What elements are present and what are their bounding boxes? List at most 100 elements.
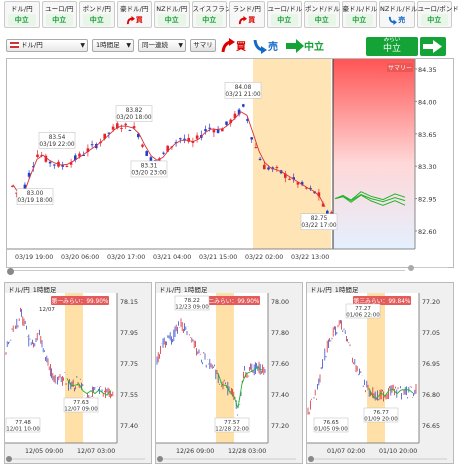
annotation-time: 03/19 22:00 — [39, 142, 75, 148]
chevron-down-icon: ▼ — [126, 42, 131, 49]
forecast-zone — [333, 59, 415, 249]
signal-label: 買 — [248, 16, 256, 24]
pair-select[interactable]: ドル/円 ▼ — [6, 39, 88, 52]
pair-tile[interactable]: ユーロ/ポンド 中立 — [416, 1, 459, 28]
signal-neutral: 中立 — [158, 14, 186, 26]
pair-tile[interactable]: ランド/円買 — [229, 1, 265, 28]
panel-time-tick: 01/10 20:00 — [379, 448, 417, 455]
signal-neutral: 中立 — [8, 14, 36, 26]
candle — [225, 121, 228, 125]
candle — [267, 167, 270, 170]
pair-tile[interactable]: ポンド/ドル 中立 — [304, 1, 340, 28]
candle — [212, 130, 216, 133]
buy-label: 買 — [236, 42, 246, 53]
similar-chart-panel[interactable]: ドル/円 1時間足 第三みらい：99.84% 77.20 77.05 76.95 76.80… — [306, 282, 454, 464]
annotation-price: 83.54 — [49, 135, 66, 141]
timeframe-select[interactable]: 1時間足 ▼ — [92, 39, 134, 52]
candle — [149, 157, 153, 162]
signal-label: 中立 — [314, 16, 329, 24]
panel-price-tick: 77.75 — [120, 361, 138, 368]
main-chart-svg: サマリー 84.35 84.00 83.65 83.30 82.95 82.60 03/19 … — [7, 59, 437, 261]
pair-tile[interactable]: ユーロ/円 中立 — [41, 1, 77, 28]
chart-toolbar: ドル/円 ▼ 1時間足 ▼ 同一連続 ▼ サマリ 買 売 中立 みらい 中立 — [6, 37, 454, 56]
annotation-time: 12/28 22:00 — [215, 427, 249, 433]
pair-tile[interactable]: スイスフラン/円 中立 — [191, 1, 240, 28]
forecast-small-label: みらい — [383, 37, 401, 43]
candle — [145, 151, 148, 156]
annotation-time: 01/09 20:00 — [364, 417, 398, 423]
pair-tile[interactable]: ドル/円 中立 — [4, 1, 40, 28]
time-tick: 03/20 06:00 — [61, 254, 99, 261]
pair-tile[interactable]: ユーロ/ドル 中立 — [266, 1, 302, 28]
similar-chart-panel[interactable]: ドル/円 1時間足 第二みらい：99.90% 78.00 77.80 77.60 77.40… — [155, 282, 303, 464]
annotation-time: 12/01 10:00 — [6, 427, 40, 433]
panel-price-tick: 77.40 — [271, 392, 289, 399]
panel-time-tick: 12/07 03:00 — [77, 448, 115, 455]
zoom-slider-handle[interactable] — [408, 265, 414, 271]
panel-chart-svg: 第一みらい：99.90% 78.15 77.95 77.75 77.55 77.40 12/… — [5, 293, 145, 462]
candle — [36, 154, 39, 157]
pair-tile[interactable]: 豪ドル/ドル 中立 — [341, 1, 378, 28]
panel-chart-svg: 第三みらい：99.84% 77.2077.0576.9576.8076.6501/… — [307, 293, 447, 462]
annotation-time: 01/06 22:00 — [346, 313, 380, 319]
time-scrollbar[interactable] — [7, 268, 405, 276]
sell-label: 売 — [268, 42, 278, 53]
scrollbar-handle[interactable] — [7, 268, 14, 275]
similar-chart-panel[interactable]: ドル/円 1時間足 第一みらい：99.90% 78.15 77.95 77.75 77.55… — [4, 282, 152, 464]
annotation-date: 12/07 — [39, 307, 55, 313]
chevron-down-icon: ▼ — [80, 42, 85, 49]
annotation-price: 83.31 — [141, 163, 158, 169]
panel-price-tick: 78.00 — [271, 299, 289, 306]
candle — [263, 164, 266, 170]
arrow-up-right-icon — [126, 15, 135, 24]
annotation-time: 03/20 23:00 — [131, 170, 167, 176]
forecast-big-label: 中立 — [382, 44, 401, 54]
candle — [195, 135, 199, 139]
signal-label: 中立 — [352, 16, 367, 24]
signal-buy: 買 — [233, 14, 261, 26]
price-tick: 83.65 — [418, 131, 437, 139]
candle — [208, 127, 211, 129]
candle — [111, 126, 115, 130]
candle — [242, 104, 245, 107]
pair-name: 豪ドル/円 — [120, 5, 149, 13]
candle — [11, 185, 14, 187]
annotation-price: 84.08 — [235, 85, 252, 91]
arrow-up-right-icon — [221, 37, 235, 52]
panel-price-tick: 77.55 — [120, 392, 138, 399]
main-chart[interactable]: サマリー 84.35 84.00 83.65 83.30 82.95 82.60 03/19 … — [6, 58, 454, 268]
price-tick: 82.95 — [418, 196, 437, 204]
price-tick: 83.30 — [418, 163, 437, 171]
panel-price-tick: 76.80 — [422, 392, 440, 399]
annotation-time: 03/20 18:00 — [116, 115, 152, 121]
match-mode-select[interactable]: 同一連続 ▼ — [138, 39, 186, 52]
panel-price-tick: 77.20 — [422, 299, 440, 306]
signal-label: 中立 — [427, 16, 442, 24]
panel-scrollbar-handle[interactable] — [157, 456, 163, 462]
pair-tile[interactable]: NZドル/ドル売 — [379, 1, 418, 28]
panel-price-tick: 77.05 — [422, 330, 440, 337]
summary-tag-label: サマリー — [388, 65, 412, 72]
pair-name: ユーロ/円 — [45, 5, 74, 13]
panel-match-zone — [65, 293, 83, 443]
time-tick: 03/19 19:00 — [15, 254, 53, 261]
pair-tile[interactable]: 豪ドル/円買 — [116, 1, 152, 28]
pair-name: 豪ドル/ドル — [342, 5, 378, 13]
buy-signal: 買 — [220, 37, 246, 54]
annotation-price: 82.75 — [311, 216, 328, 222]
panel-price-tick: 76.95 — [422, 361, 440, 368]
annotation-price: 78.22 — [184, 298, 200, 304]
candle — [254, 147, 258, 149]
annotation-price: 83.82 — [126, 108, 143, 114]
panel-price-tick: 77.80 — [271, 330, 289, 337]
pair-tile[interactable]: ポンド/円 中立 — [79, 1, 115, 28]
pair-name: ランド/円 — [232, 5, 261, 13]
summary-button[interactable]: サマリ — [190, 39, 216, 52]
time-tick: 03/22 13:00 — [291, 254, 329, 261]
sell-signal: 売 — [252, 37, 278, 54]
candle — [65, 166, 69, 168]
panel-scrollbar-handle[interactable] — [308, 456, 314, 462]
panel-scrollbar-handle[interactable] — [6, 456, 12, 462]
zoom-slider[interactable] — [408, 265, 448, 273]
pair-tile[interactable]: NZドル/円 中立 — [154, 1, 190, 28]
